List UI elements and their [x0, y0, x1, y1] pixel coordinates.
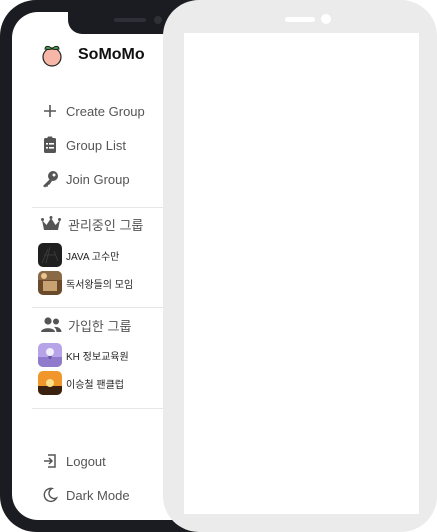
clipboard-icon	[40, 135, 60, 155]
joined-groups-header: 가입한 그룹	[40, 315, 131, 335]
nav-label: Join Group	[66, 171, 130, 187]
group-thumbnail	[38, 243, 62, 267]
group-item-kh[interactable]: KH 정보교육원	[38, 343, 129, 367]
group-item-java[interactable]: JAVA 고수만	[38, 243, 119, 267]
dark-mode-label: Dark Mode	[66, 487, 130, 503]
phone-frame-light	[163, 0, 437, 532]
group-name: JAVA 고수만	[66, 251, 120, 263]
nav-create-group[interactable]: Create Group	[40, 101, 145, 121]
logout-label: Logout	[66, 453, 106, 469]
logout-button[interactable]: Logout	[40, 451, 106, 471]
group-thumbnail	[38, 343, 62, 367]
nav-join-group[interactable]: Join Group	[40, 169, 130, 189]
peach-logo-icon	[40, 43, 64, 67]
group-thumbnail	[38, 371, 62, 395]
blank-screen	[184, 33, 419, 514]
group-thumbnail	[38, 271, 62, 295]
group-name: 이승철 팬클럽	[66, 379, 124, 391]
speaker	[114, 18, 146, 22]
key-icon	[40, 169, 60, 189]
nav-label: Create Group	[66, 103, 145, 119]
logout-icon	[40, 451, 60, 471]
group-name: 독서왕들의 모임	[66, 279, 134, 291]
app-name: SoMoMo	[78, 46, 145, 63]
section-title: 관리중인 그룹	[68, 217, 144, 233]
speaker	[285, 17, 315, 22]
managed-groups-header: 관리중인 그룹	[40, 214, 143, 234]
section-title: 가입한 그룹	[68, 318, 132, 334]
plus-icon	[40, 101, 60, 121]
nav-group-list[interactable]: Group List	[40, 135, 126, 155]
camera	[154, 16, 162, 24]
camera	[321, 14, 331, 24]
moon-icon	[40, 485, 60, 505]
brand[interactable]: SoMoMo	[40, 43, 145, 67]
crown-icon	[40, 214, 62, 234]
users-icon	[40, 315, 62, 335]
nav-label: Group List	[66, 137, 126, 153]
group-name: KH 정보교육원	[66, 351, 129, 363]
group-item-reading[interactable]: 독서왕들의 모임	[38, 271, 133, 295]
group-item-fanclub[interactable]: 이승철 팬클럽	[38, 371, 124, 395]
dark-mode-toggle[interactable]: Dark Mode	[40, 485, 130, 505]
